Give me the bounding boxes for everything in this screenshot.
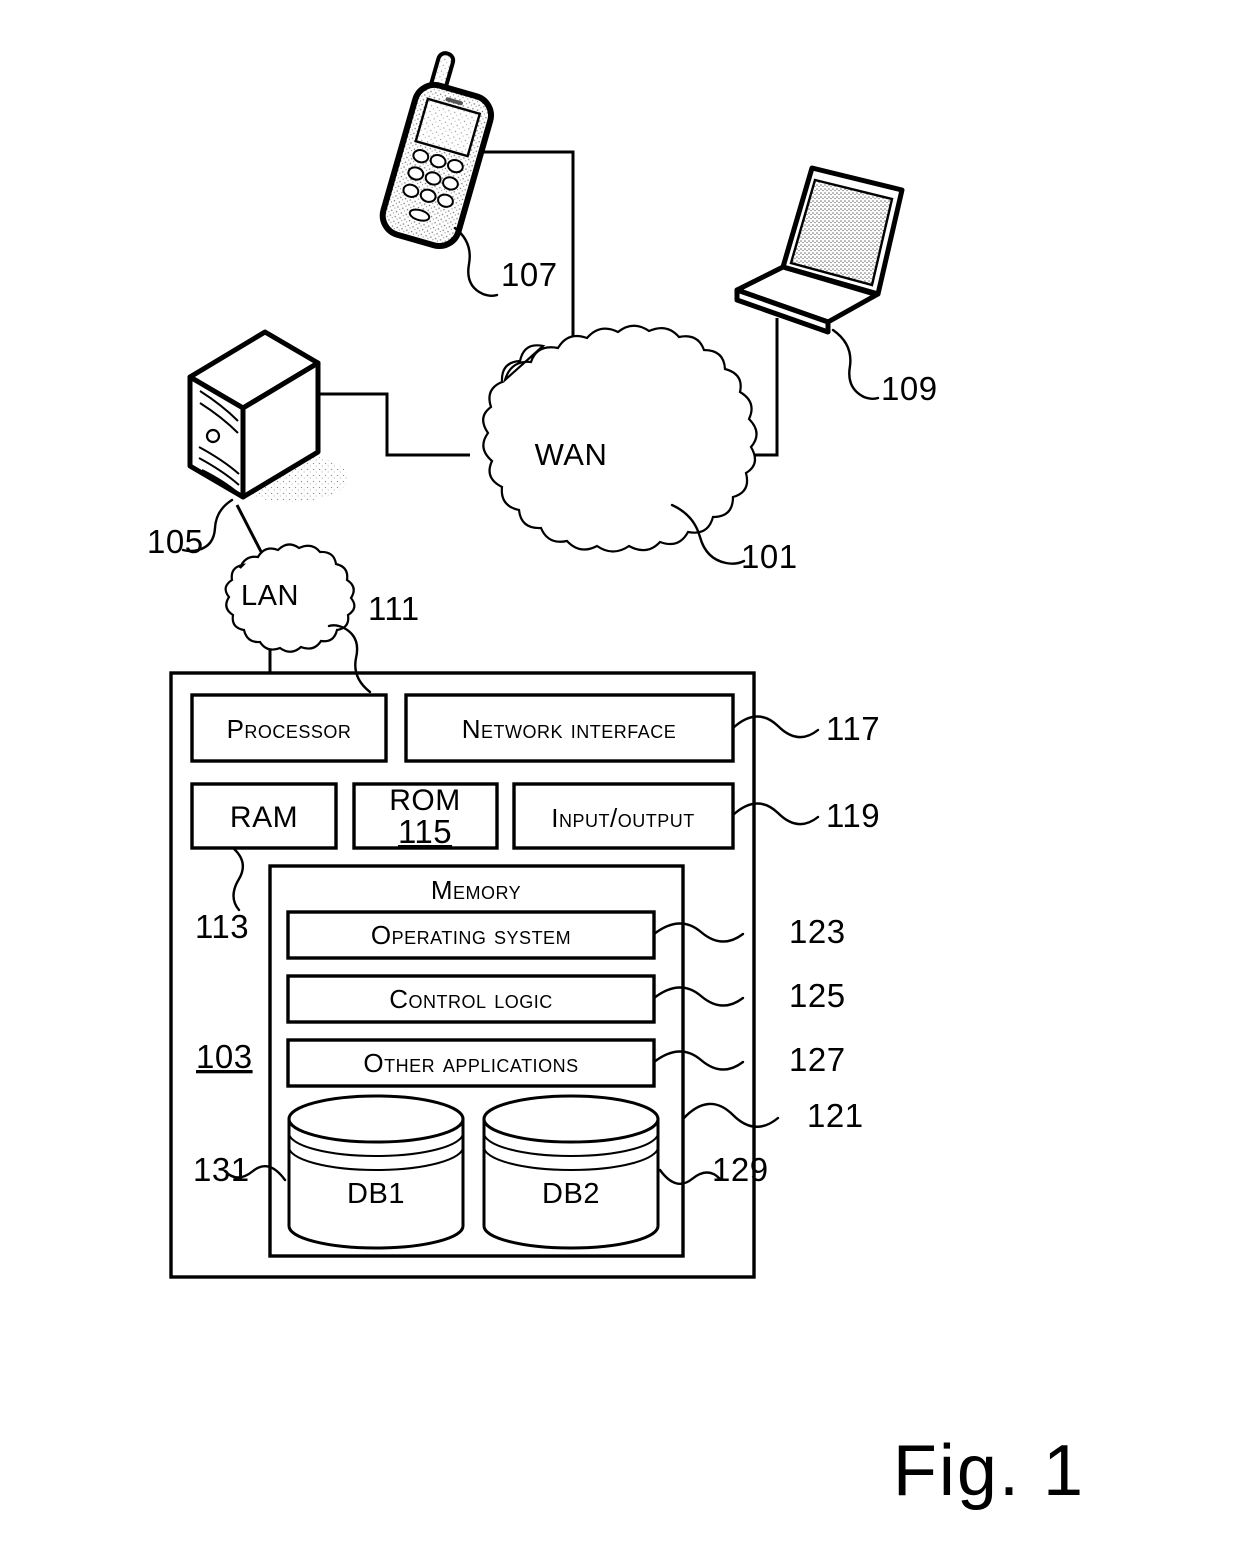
memory-ref-number: 121 [807, 1097, 864, 1134]
other-applications-ref-number: 127 [789, 1041, 846, 1078]
ram-ref-number: 113 [195, 908, 249, 945]
other-applications-label: Other applications [363, 1048, 578, 1078]
memory-label: Memory [431, 875, 521, 905]
laptop-leader-line [831, 328, 880, 400]
processor-label: Processor [227, 714, 352, 744]
laptop-icon [734, 165, 905, 335]
db1-top-disc [287, 1094, 465, 1144]
db2-cylinder: DB2 [482, 1094, 660, 1250]
phone-reference: 107 [453, 226, 558, 297]
rom-ref-number: 115 [398, 813, 452, 850]
db2-ref-number: 129 [712, 1151, 769, 1188]
wan-cloud-shape [482, 324, 758, 553]
control-logic-ref-number: 125 [789, 977, 846, 1014]
db2-label: DB2 [542, 1178, 600, 1210]
server-power-indicator [205, 428, 221, 444]
laptop-ref-number: 109 [881, 370, 938, 407]
figure-caption: Fig. 1 [893, 1431, 1085, 1511]
ram-label: RAM [230, 801, 298, 834]
mobile-phone-icon [379, 51, 494, 249]
phone-leader-line [453, 226, 499, 297]
db1-ref-number: 131 [193, 1151, 250, 1188]
input-output-ref-number: 119 [826, 797, 880, 834]
figure-canvas: WAN 101 LAN 105 107 109 103 Processor 11… [147, 51, 1085, 1511]
server-ref-number: 105 [147, 523, 204, 560]
network-interface-ref-number: 117 [826, 710, 880, 747]
laptop-reference: 109 [831, 328, 938, 407]
wan-ref-number: 101 [741, 538, 798, 575]
link-server-to-wan [318, 392, 470, 457]
db2-top-disc [482, 1094, 660, 1144]
operating-system-label: Operating system [371, 920, 571, 950]
wan-label: WAN [535, 437, 608, 472]
network-interface-label: Network interface [462, 714, 677, 744]
wan-cloud: WAN [482, 324, 758, 553]
server-tower-icon [187, 329, 348, 502]
patent-figure: WAN 101 LAN 105 107 109 103 Processor 11… [0, 0, 1240, 1560]
phone-ref-number: 107 [501, 256, 558, 293]
server-reference: 105 [147, 498, 234, 560]
input-output-label: Input/output [551, 803, 694, 833]
lan-label: LAN [241, 580, 299, 612]
db1-label: DB1 [347, 1178, 405, 1210]
computing-device-ref-number: 103 [196, 1038, 253, 1075]
operating-system-ref-number: 123 [789, 913, 846, 950]
processor-ref-number: 111 [368, 590, 420, 627]
control-logic-label: Control logic [389, 984, 553, 1014]
lan-cloud: LAN [224, 543, 356, 653]
db1-cylinder: DB1 [287, 1094, 465, 1250]
